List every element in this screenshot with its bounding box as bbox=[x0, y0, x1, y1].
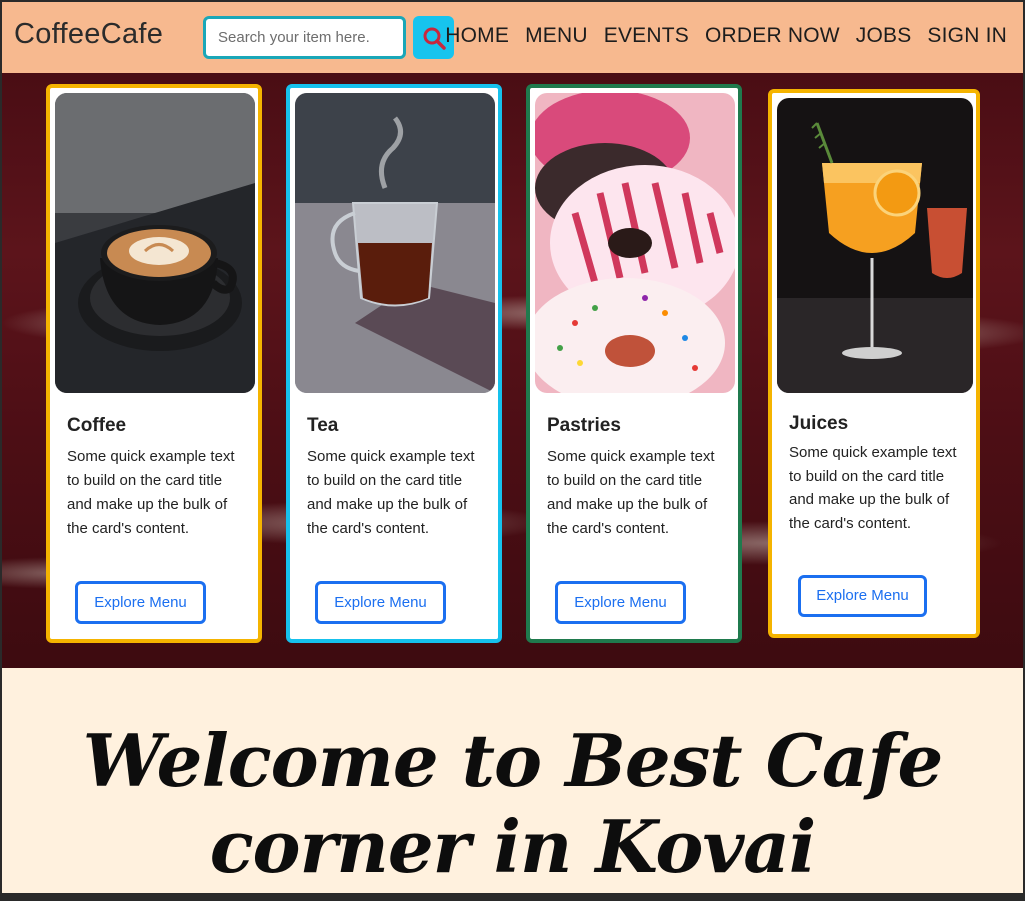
explore-menu-button[interactable]: Explore Menu bbox=[315, 581, 446, 624]
nav-order-now[interactable]: ORDER NOW bbox=[705, 24, 840, 48]
card-text: Some quick example text to build on the … bbox=[307, 448, 475, 537]
nav-jobs[interactable]: JOBS bbox=[856, 24, 912, 48]
tea-image bbox=[295, 93, 495, 393]
card-title: Coffee bbox=[67, 415, 127, 436]
nav-events[interactable]: EVENTS bbox=[604, 24, 689, 48]
card-tea: Tea Some quick example text to build on … bbox=[286, 84, 502, 643]
pastries-image bbox=[535, 93, 735, 393]
nav-links: HOME MENU EVENTS ORDER NOW JOBS SIGN IN bbox=[445, 24, 1007, 48]
explore-menu-button[interactable]: Explore Menu bbox=[75, 581, 206, 624]
search-icon bbox=[423, 27, 446, 50]
explore-menu-button[interactable]: Explore Menu bbox=[555, 581, 686, 624]
nav-home[interactable]: HOME bbox=[445, 24, 509, 48]
card-juices: Juices Some quick example text to build … bbox=[768, 89, 980, 638]
card-title: Pastries bbox=[547, 415, 621, 436]
card-pastries: Pastries Some quick example text to buil… bbox=[526, 84, 742, 643]
explore-menu-button[interactable]: Explore Menu bbox=[798, 575, 927, 617]
search-input[interactable] bbox=[203, 16, 406, 59]
nav-sign-in[interactable]: SIGN IN bbox=[927, 24, 1007, 48]
card-text: Some quick example text to build on the … bbox=[547, 448, 715, 537]
hero-section: Coffee Some quick example text to build … bbox=[2, 73, 1023, 668]
card-coffee: Coffee Some quick example text to build … bbox=[46, 84, 262, 643]
nav-menu[interactable]: MENU bbox=[525, 24, 588, 48]
navbar: CoffeeCafe HOME MENU EVENTS ORDER NOW JO… bbox=[2, 2, 1023, 73]
card-title: Juices bbox=[789, 413, 849, 434]
card-title: Tea bbox=[307, 415, 339, 436]
card-text: Some quick example text to build on the … bbox=[789, 444, 957, 532]
coffee-image bbox=[55, 93, 255, 393]
brand-logo[interactable]: CoffeeCafe bbox=[14, 18, 163, 51]
card-text: Some quick example text to build on the … bbox=[67, 448, 235, 537]
juices-image bbox=[777, 98, 973, 393]
welcome-heading: Welcome to Best Cafe corner in Kovai bbox=[82, 718, 944, 889]
welcome-banner: Welcome to Best Cafe corner in Kovai bbox=[2, 668, 1023, 893]
